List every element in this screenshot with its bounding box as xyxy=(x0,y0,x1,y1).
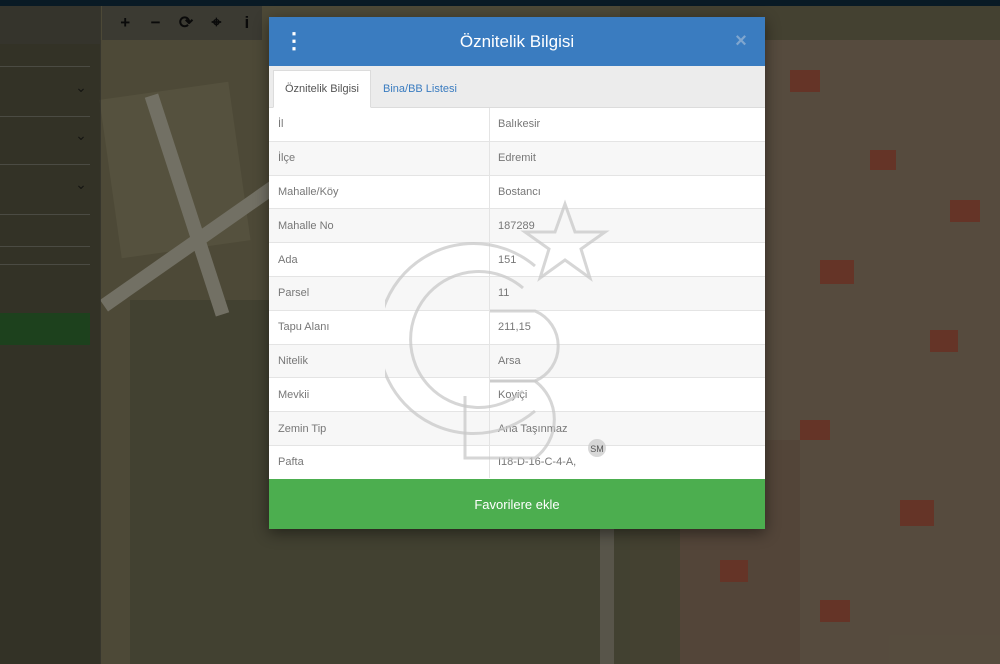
attribute-value: Edremit xyxy=(498,152,536,165)
attribute-row: Mahalle/Köy Bostancı xyxy=(269,175,765,210)
attribute-key: Mahalle No xyxy=(269,209,490,243)
add-to-favorites-button[interactable]: Favorilere ekle xyxy=(269,479,765,529)
attribute-key: Zemin Tip xyxy=(269,412,490,445)
attribute-value: Bostancı xyxy=(498,185,541,198)
attribute-row: Tapu Alanı 211,15 xyxy=(269,310,765,345)
attribute-row: Ada 151 xyxy=(269,243,765,277)
attribute-value: Koyiçi xyxy=(498,388,528,401)
attribute-row: Mevkii Koyiçi xyxy=(269,378,765,413)
attribute-dialog: ⋮ Öznitelik Bilgisi × Öznitelik Bilgisi … xyxy=(269,17,765,529)
attribute-table: İl Balıkesir İlçe Edremit Mahalle/Köy Bostanc… xyxy=(269,108,765,478)
dialog-header: ⋮ Öznitelik Bilgisi × xyxy=(269,17,765,66)
attribute-key: Tapu Alanı xyxy=(269,310,490,344)
attribute-row: Zemin Tip Ana Taşınmaz xyxy=(269,412,765,446)
attribute-row: Nitelik Arsa xyxy=(269,344,765,379)
attribute-value: 11 xyxy=(498,287,510,300)
attribute-value: Arsa xyxy=(498,354,521,367)
attribute-row: Pafta I18-D-16-C-4-A, xyxy=(269,445,765,478)
attribute-key: İlçe xyxy=(269,141,490,175)
attribute-value: Ana Taşınmaz xyxy=(498,422,568,435)
close-icon[interactable]: × xyxy=(731,29,751,53)
attribute-key: Nitelik xyxy=(269,344,490,378)
attribute-value: 151 xyxy=(498,253,517,266)
attribute-key: Mahalle/Köy xyxy=(269,175,490,209)
attribute-key: Parsel xyxy=(269,276,490,310)
dialog-title: Öznitelik Bilgisi xyxy=(459,31,575,51)
attribute-key: Pafta xyxy=(269,445,490,478)
attribute-row: Parsel 11 xyxy=(269,276,765,311)
attribute-row: Mahalle No 187289 xyxy=(269,209,765,244)
attribute-value: Balıkesir xyxy=(498,118,541,131)
attribute-value: 211,15 xyxy=(498,321,531,334)
kebab-menu-icon[interactable]: ⋮ xyxy=(283,29,305,53)
attribute-key: İl xyxy=(269,108,490,141)
attribute-key: Mevkii xyxy=(269,378,490,412)
tab-building-list[interactable]: Bina/BB Listesi xyxy=(372,70,468,108)
attribute-value: I18-D-16-C-4-A, xyxy=(498,456,577,469)
attribute-value: 187289 xyxy=(498,219,535,232)
attribute-row: İlçe Edremit xyxy=(269,141,765,176)
dialog-tabs: Öznitelik Bilgisi Bina/BB Listesi xyxy=(269,66,765,108)
attribute-key: Ada xyxy=(269,243,490,276)
attribute-row: İl Balıkesir xyxy=(269,108,765,142)
tab-attribute-info[interactable]: Öznitelik Bilgisi xyxy=(273,70,371,108)
